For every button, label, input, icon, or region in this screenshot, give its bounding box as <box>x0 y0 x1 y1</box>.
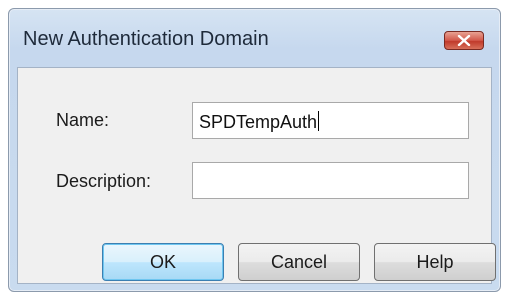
text-caret <box>318 111 320 131</box>
title-bar[interactable]: New Authentication Domain <box>9 9 500 67</box>
cancel-button[interactable]: Cancel <box>238 243 360 281</box>
name-field-value: SPDTempAuth <box>199 112 318 132</box>
close-icon <box>457 35 471 46</box>
description-field[interactable] <box>192 162 469 199</box>
dialog-window: New Authentication Domain Name: SPDTempA… <box>8 8 501 292</box>
name-label: Name: <box>56 110 110 130</box>
description-label: Description: <box>56 171 152 191</box>
name-field[interactable]: SPDTempAuth <box>192 102 469 139</box>
dialog-body: Name: SPDTempAuth Description: OK Cancel… <box>17 67 496 284</box>
ok-button[interactable]: OK <box>102 243 224 281</box>
help-button[interactable]: Help <box>374 243 496 281</box>
dialog-title: New Authentication Domain <box>23 28 269 50</box>
close-button[interactable] <box>444 31 484 50</box>
